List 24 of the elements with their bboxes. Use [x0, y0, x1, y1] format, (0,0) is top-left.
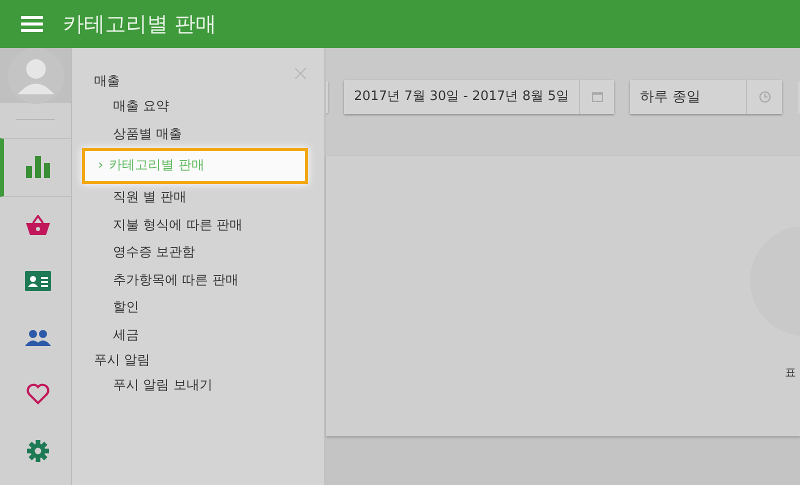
contact-card-icon [24, 271, 50, 292]
chart-caption: 표 [785, 365, 796, 380]
menu-item[interactable]: 지불 형식에 따른 판매 [94, 212, 324, 239]
menu-item[interactable]: 할인 [94, 294, 324, 322]
menu-item[interactable]: 영수증 보관함 [94, 239, 324, 266]
menu-item[interactable]: 직원 별 판매 [94, 184, 324, 212]
menu-section-heading[interactable]: 푸시 알림 [94, 349, 324, 372]
page-title: 카테고리별 판매 [63, 11, 217, 38]
menu-icon[interactable] [21, 16, 43, 32]
bar-chart-icon [26, 156, 50, 178]
menu-section-heading[interactable]: 매출 [94, 70, 324, 93]
people-icon [24, 330, 50, 346]
menu-item[interactable]: 세금 [94, 322, 324, 349]
calendar-icon [592, 91, 604, 102]
menu-item[interactable]: 푸시 알림 보내기 [94, 372, 324, 400]
heart-icon [26, 383, 50, 406]
date-range-field[interactable]: 2017년 7월 30일 - 2017년 8월 5일 [344, 80, 614, 114]
basket-icon [26, 214, 50, 235]
menu-item[interactable]: 매출 요약 [94, 93, 324, 120]
settings-icon [26, 440, 48, 462]
time-range-field[interactable]: 하루 종일 [630, 80, 782, 114]
menu-item[interactable]: 상품별 매출 [94, 120, 324, 148]
menu-item[interactable]: 추가항목에 따른 판매 [94, 266, 324, 294]
clock-icon [758, 90, 770, 102]
